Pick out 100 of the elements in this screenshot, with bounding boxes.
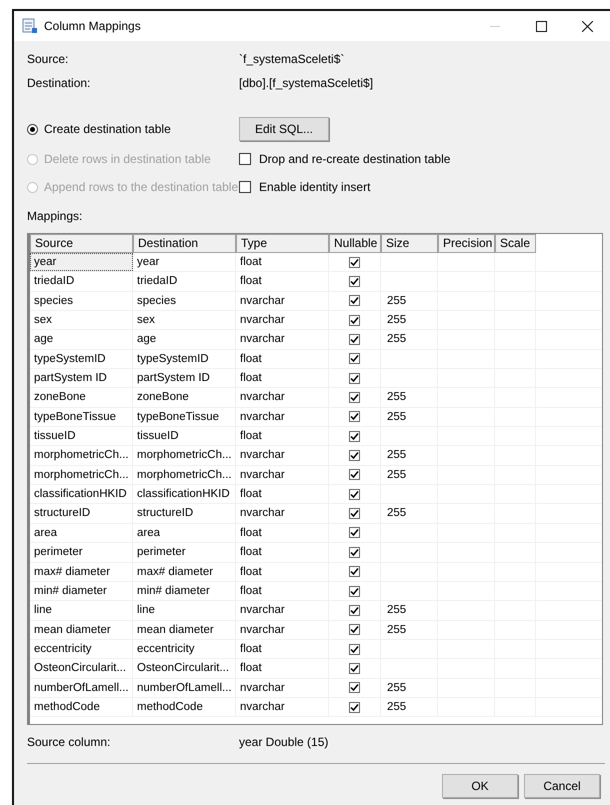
nullable-checkbox[interactable] [349, 276, 360, 288]
table-cell[interactable]: morphometricCh... [133, 466, 236, 484]
table-cell[interactable]: typeBoneTissue [30, 408, 133, 426]
table-cell[interactable]: float [236, 485, 329, 504]
table-cell[interactable]: float [236, 659, 329, 678]
table-cell[interactable]: 255 [387, 410, 406, 423]
table-cell[interactable]: species [133, 292, 236, 310]
nullable-checkbox[interactable] [349, 586, 360, 597]
table-cell[interactable]: float [236, 562, 329, 581]
table-cell[interactable]: tissueID [133, 427, 236, 446]
table-cell[interactable]: nvarchar [236, 698, 329, 716]
radio-button[interactable] [27, 124, 38, 134]
nullable-checkbox[interactable] [349, 450, 360, 462]
table-cell[interactable]: structureID [30, 504, 133, 523]
edit-sql-button[interactable]: Edit SQL... [239, 117, 329, 141]
nullable-checkbox[interactable] [349, 411, 360, 422]
table-cell[interactable]: nvarchar [236, 292, 329, 310]
table-cell[interactable]: float [236, 582, 329, 600]
nullable-checkbox[interactable] [349, 604, 360, 616]
nullable-checkbox[interactable] [349, 392, 360, 404]
table-cell[interactable]: OsteonCircularit... [30, 659, 133, 678]
table-cell[interactable]: 255 [387, 391, 406, 404]
table-cell[interactable]: 255 [387, 507, 406, 520]
table-cell[interactable]: typeSystemID [30, 350, 133, 368]
table-cell[interactable]: eccentricity [133, 640, 236, 658]
nullable-checkbox[interactable] [349, 334, 360, 346]
table-cell[interactable]: triedaID [133, 272, 236, 291]
column-header[interactable]: Destination [133, 234, 236, 253]
table-cell[interactable]: 255 [387, 294, 406, 307]
nullable-checkbox[interactable] [349, 314, 360, 326]
table-cell[interactable]: typeSystemID [133, 350, 236, 368]
table-cell[interactable]: classificationHKID [133, 485, 236, 504]
nullable-checkbox[interactable] [349, 372, 360, 384]
checkbox[interactable] [239, 153, 251, 165]
table-cell[interactable]: nvarchar [236, 408, 329, 426]
table-cell[interactable]: float [236, 640, 329, 658]
nullable-checkbox[interactable] [349, 546, 360, 558]
table-cell[interactable]: typeBoneTissue [133, 408, 236, 426]
table-cell[interactable]: float [236, 524, 329, 542]
table-cell[interactable]: 255 [387, 468, 406, 481]
table-cell[interactable]: morphometricCh... [133, 446, 236, 465]
nullable-checkbox[interactable] [349, 488, 360, 500]
table-cell[interactable]: partSystem ID [30, 369, 133, 388]
nullable-checkbox[interactable] [349, 508, 360, 520]
nullable-checkbox[interactable] [349, 527, 360, 538]
table-cell[interactable]: numberOfLamell... [133, 678, 236, 697]
table-cell[interactable]: min# diameter [30, 582, 133, 600]
dialog-button[interactable]: Cancel [524, 774, 600, 798]
nullable-checkbox[interactable] [349, 256, 360, 268]
table-cell[interactable]: structureID [133, 504, 236, 523]
table-cell[interactable]: sex [133, 311, 236, 330]
column-header[interactable]: Size [381, 234, 438, 253]
table-cell[interactable]: age [133, 330, 236, 349]
table-cell[interactable]: line [133, 601, 236, 620]
table-cell[interactable]: morphometricCh... [30, 446, 133, 465]
table-cell[interactable]: line [30, 601, 133, 620]
nullable-checkbox[interactable] [349, 702, 360, 713]
dialog-button[interactable]: OK [442, 774, 518, 798]
table-cell[interactable]: 255 [387, 333, 406, 346]
table-cell[interactable]: max# diameter [30, 562, 133, 581]
table-cell[interactable]: nvarchar [236, 388, 329, 407]
table-cell[interactable]: zoneBone [30, 388, 133, 407]
table-cell[interactable]: float [236, 427, 329, 446]
nullable-checkbox[interactable] [349, 353, 360, 364]
column-header[interactable]: Precision [438, 234, 495, 253]
nullable-checkbox[interactable] [349, 566, 360, 578]
table-cell[interactable]: classificationHKID [30, 485, 133, 504]
nullable-checkbox[interactable] [349, 469, 360, 480]
table-cell[interactable]: nvarchar [236, 601, 329, 620]
nullable-checkbox[interactable] [349, 662, 360, 674]
column-header[interactable]: Type [236, 234, 329, 253]
nullable-checkbox[interactable] [349, 644, 360, 655]
table-cell[interactable]: float [236, 369, 329, 388]
table-cell[interactable]: age [30, 330, 133, 349]
table-cell[interactable]: nvarchar [236, 504, 329, 523]
table-cell[interactable]: float [236, 543, 329, 562]
table-cell[interactable]: tissueID [30, 427, 133, 446]
nullable-checkbox[interactable] [349, 295, 360, 306]
table-cell[interactable]: numberOfLamell... [30, 678, 133, 697]
column-header[interactable]: Source [30, 234, 133, 253]
nullable-checkbox[interactable] [349, 430, 360, 442]
table-cell[interactable]: area [30, 524, 133, 542]
table-cell[interactable]: float [236, 253, 329, 272]
table-cell[interactable]: 255 [387, 314, 406, 326]
table-cell[interactable]: perimeter [133, 543, 236, 562]
table-cell[interactable]: methodCode [133, 698, 236, 716]
table-cell[interactable]: area [133, 524, 236, 542]
table-cell[interactable]: methodCode [30, 698, 133, 716]
table-cell[interactable]: 255 [387, 682, 406, 694]
table-cell[interactable]: float [236, 272, 329, 291]
table-cell[interactable]: eccentricity [30, 640, 133, 658]
column-header[interactable]: Scale [495, 234, 536, 253]
table-cell[interactable]: partSystem ID [133, 369, 236, 388]
table-cell[interactable]: year [30, 253, 133, 272]
table-cell[interactable]: 255 [387, 604, 406, 616]
table-cell[interactable]: morphometricCh... [30, 466, 133, 484]
table-cell[interactable]: nvarchar [236, 330, 329, 349]
table-cell[interactable]: nvarchar [236, 466, 329, 484]
table-cell[interactable]: float [236, 350, 329, 368]
table-cell[interactable]: triedaID [30, 272, 133, 291]
